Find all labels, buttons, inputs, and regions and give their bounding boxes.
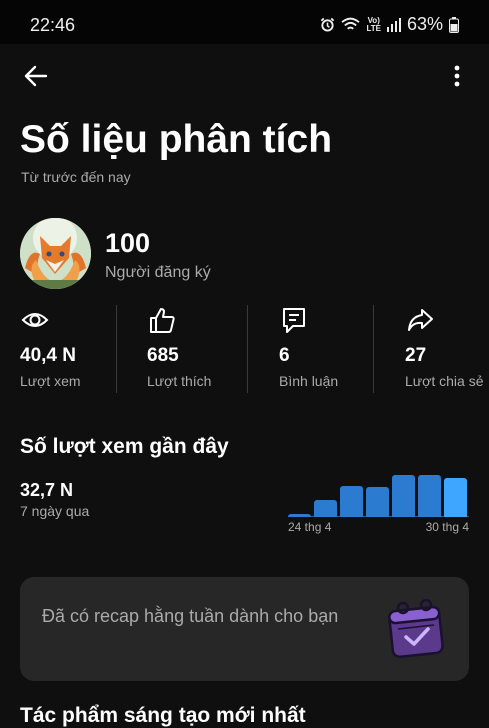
alarm-icon bbox=[321, 17, 335, 32]
weekly-recap-text: Đã có recap hằng tuần dành cho bạn bbox=[42, 606, 339, 626]
status-icons: Vo) LTE 63% bbox=[320, 14, 459, 35]
chart-tick-end: 30 thg 4 bbox=[425, 520, 469, 534]
stat-views-label: Lượt xem bbox=[20, 373, 81, 389]
chart-bar bbox=[444, 478, 467, 517]
eye-icon bbox=[21, 313, 49, 327]
page-subtitle: Từ trước đến nay bbox=[21, 169, 131, 185]
fox-avatar-image bbox=[20, 218, 91, 289]
chart-tick-start: 24 thg 4 bbox=[288, 520, 332, 534]
chart-bar bbox=[314, 500, 337, 517]
stat-views-value: 40,4 N bbox=[20, 345, 76, 366]
stat-shares-value: 27 bbox=[405, 345, 427, 366]
stat-likes-label: Lượt thích bbox=[147, 373, 212, 389]
recent-views-title: Số lượt xem gần đây bbox=[20, 435, 229, 458]
stat-comments-label: Bình luận bbox=[279, 373, 339, 389]
recent-views-chart[interactable]: 24 thg 4 30 thg 4 bbox=[288, 470, 469, 542]
calendar-check-icon bbox=[386, 598, 446, 661]
back-button[interactable] bbox=[22, 62, 50, 90]
arrow-left-icon bbox=[24, 65, 48, 87]
wifi-icon bbox=[341, 17, 360, 30]
battery-percent: 63% bbox=[406, 14, 443, 34]
stat-shares-label: Lượt chia sẻ bbox=[405, 373, 484, 389]
comment-icon bbox=[283, 308, 305, 333]
chart-bar bbox=[288, 514, 311, 517]
stat-divider bbox=[116, 305, 117, 393]
thumbs-up-icon bbox=[150, 308, 175, 333]
stat-divider bbox=[373, 305, 374, 393]
subscriber-label: Người đăng ký bbox=[105, 264, 211, 281]
chart-bar bbox=[366, 487, 389, 517]
latest-content-title: Tác phẩm sáng tạo mới nhất bbox=[20, 704, 306, 727]
share-icon bbox=[408, 309, 433, 331]
chart-bar bbox=[340, 486, 363, 517]
stat-divider bbox=[247, 305, 248, 393]
page-title: Số liệu phân tích bbox=[20, 118, 333, 161]
chart-bar bbox=[392, 475, 415, 517]
recent-views-value: 32,7 N bbox=[20, 480, 74, 500]
status-time: 22:46 bbox=[30, 15, 76, 35]
volte-icon: Vo) LTE bbox=[366, 15, 381, 33]
more-vertical-icon bbox=[454, 65, 460, 87]
stat-likes-value: 685 bbox=[147, 345, 179, 366]
recent-views-period: 7 ngày qua bbox=[20, 503, 90, 519]
subscriber-count: 100 bbox=[105, 228, 151, 258]
more-options-button[interactable] bbox=[445, 62, 469, 90]
chart-bar bbox=[418, 475, 441, 517]
status-bar: 22:46 Vo) LTE 63% bbox=[0, 0, 489, 44]
stat-comments-value: 6 bbox=[279, 345, 290, 366]
weekly-recap-card[interactable]: Đã có recap hằng tuần dành cho bạn bbox=[20, 577, 469, 681]
signal-icon bbox=[386, 17, 401, 32]
channel-avatar bbox=[20, 218, 91, 289]
battery-icon bbox=[449, 16, 459, 33]
